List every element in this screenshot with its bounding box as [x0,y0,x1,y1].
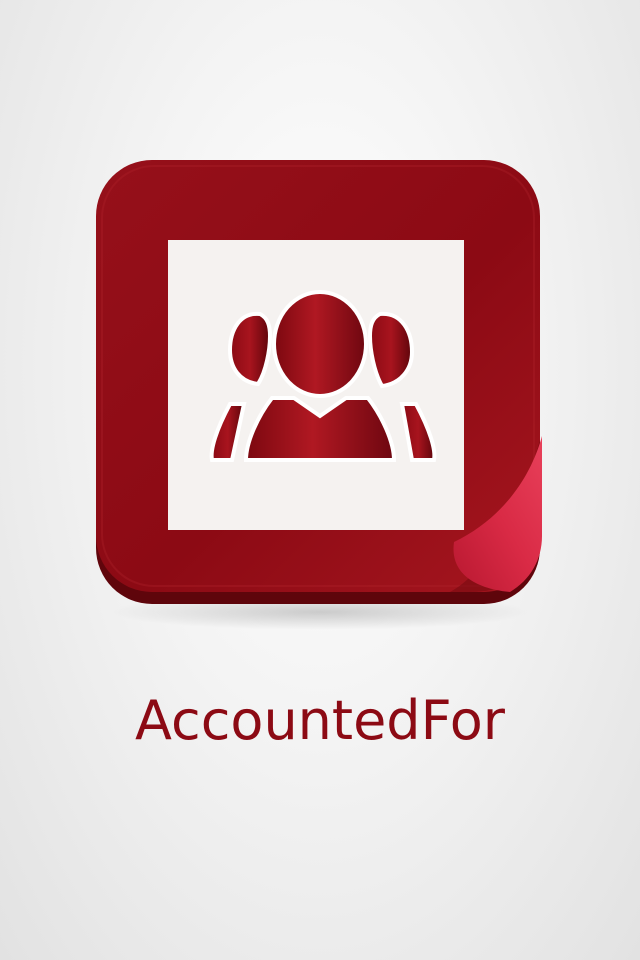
app-icon [90,150,550,630]
app-name-title: AccountedFor [135,689,505,752]
app-icon-graphic [96,160,542,630]
splash-screen: AccountedFor [0,0,640,960]
